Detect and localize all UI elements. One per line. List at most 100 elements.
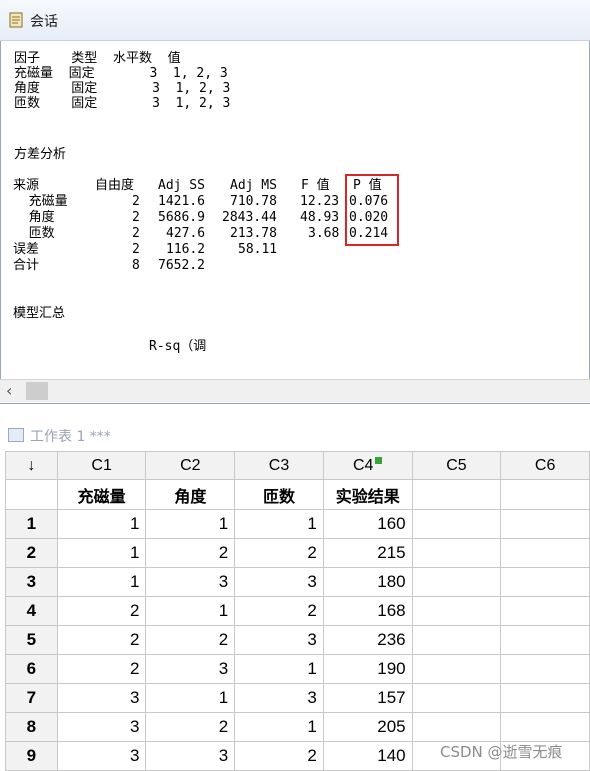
anova-source: 角度 [13, 210, 55, 225]
column-header[interactable]: C3 [234, 451, 324, 480]
table-cell[interactable]: 1 [234, 509, 324, 539]
table-cell[interactable]: 2 [234, 538, 324, 568]
column-name-cell[interactable]: 匝数 [234, 479, 324, 510]
column-header[interactable]: C1 [56, 451, 147, 480]
table-cell[interactable]: 2 [56, 625, 147, 655]
table-cell[interactable]: 3 [234, 625, 324, 655]
table-cell[interactable] [411, 596, 502, 626]
table-cell[interactable]: 3 [145, 654, 236, 684]
table-cell[interactable] [500, 712, 590, 742]
table-cell[interactable]: 3 [234, 683, 324, 713]
p-value-highlight [345, 174, 399, 246]
table-cell[interactable]: 180 [322, 567, 413, 597]
table-cell[interactable]: 3 [145, 567, 236, 597]
table-cell[interactable]: 190 [322, 654, 413, 684]
table-cell[interactable] [500, 683, 590, 713]
anova-f: 12.23 [300, 194, 340, 209]
table-cell[interactable] [411, 538, 502, 568]
anova-ss: 1421.6 [158, 194, 205, 209]
row-number[interactable]: 3 [5, 567, 58, 597]
table-cell[interactable]: 3 [145, 741, 236, 771]
table-cell[interactable]: 3 [56, 712, 147, 742]
anova-source: 合计 [13, 258, 40, 273]
row-number[interactable]: 6 [5, 654, 58, 684]
table-cell[interactable]: 1 [145, 596, 236, 626]
row-number[interactable]: 4 [5, 596, 58, 626]
table-cell[interactable] [500, 596, 590, 626]
table-cell[interactable]: 215 [322, 538, 413, 568]
model-summary-title: 模型汇总 [13, 306, 66, 321]
table-cell[interactable]: 1 [56, 567, 147, 597]
table-cell[interactable] [411, 625, 502, 655]
table-cell[interactable]: 2 [56, 654, 147, 684]
table-cell[interactable] [500, 625, 590, 655]
column-header-label: C4 [353, 456, 374, 474]
table-cell[interactable]: 2 [145, 712, 236, 742]
factor-row: 充磁量 固定 3 1, 2, 3 [14, 66, 228, 81]
row-number[interactable]: 9 [5, 741, 58, 771]
row-number[interactable]: 7 [5, 683, 58, 713]
row-number[interactable]: 2 [5, 538, 58, 568]
table-row: 4 2 1 2 168 [5, 596, 590, 626]
table-cell[interactable]: 2 [145, 538, 236, 568]
row-number[interactable]: 5 [5, 625, 58, 655]
table-cell[interactable] [411, 567, 502, 597]
table-cell[interactable]: 2 [234, 596, 324, 626]
table-cell[interactable]: 1 [234, 654, 324, 684]
table-cell[interactable] [500, 509, 590, 539]
session-output[interactable]: 因子 类型 水平数 值 充磁量 固定 3 1, 2, 3 角度 固定 3 1, … [0, 41, 590, 379]
column-name-cell[interactable] [500, 479, 590, 510]
table-cell[interactable]: 3 [234, 567, 324, 597]
row-number[interactable]: 1 [5, 509, 58, 539]
column-name-cell[interactable] [411, 479, 502, 510]
table-cell[interactable] [411, 509, 502, 539]
column-header[interactable]: C5 [411, 451, 502, 480]
table-cell[interactable] [411, 712, 502, 742]
table-cell[interactable]: 1 [234, 712, 324, 742]
table-cell[interactable]: 236 [322, 625, 413, 655]
table-cell[interactable]: 2 [56, 596, 147, 626]
table-cell[interactable]: 160 [322, 509, 413, 539]
table-cell[interactable] [500, 538, 590, 568]
table-row: 5 2 2 3 236 [5, 625, 590, 655]
session-title: 会话 [30, 14, 58, 30]
table-cell[interactable]: 205 [322, 712, 413, 742]
worksheet-icon [8, 428, 24, 442]
table-cell[interactable]: 2 [145, 625, 236, 655]
scroll-left-icon[interactable]: ‹ [6, 381, 12, 400]
scrollbar-thumb[interactable] [26, 382, 48, 400]
table-cell[interactable]: 3 [56, 741, 147, 771]
table-cell[interactable] [411, 654, 502, 684]
column-header[interactable]: C2 [145, 451, 236, 480]
anova-df: 2 [132, 226, 140, 241]
column-name-cell[interactable]: 实验结果 [322, 479, 413, 510]
anova-ss: 7652.2 [158, 258, 205, 273]
table-cell[interactable]: 1 [56, 538, 147, 568]
column-header[interactable]: C6 [500, 451, 590, 480]
anova-ms: 710.78 [230, 194, 277, 209]
table-cell[interactable]: 1 [145, 683, 236, 713]
table-row: 6 2 3 1 190 [5, 654, 590, 684]
table-cell[interactable] [500, 567, 590, 597]
sort-arrow-icon[interactable]: ↓ [5, 451, 58, 480]
anova-header-cell: Adj SS [158, 178, 205, 193]
table-cell[interactable]: 3 [56, 683, 147, 713]
anova-header-cell: 来源 [13, 178, 40, 193]
table-cell[interactable]: 2 [234, 741, 324, 771]
table-cell[interactable]: 140 [322, 741, 413, 771]
column-name-cell[interactable]: 充磁量 [56, 479, 147, 510]
column-id-row: ↓ C1 C2 C3 C4 C5 C6 [5, 451, 590, 480]
table-cell[interactable] [411, 683, 502, 713]
column-header-c4[interactable]: C4 [322, 451, 413, 480]
column-name-cell[interactable]: 角度 [145, 479, 236, 510]
model-summary-line: R-sq（调 [149, 339, 207, 354]
table-cell[interactable]: 157 [322, 683, 413, 713]
anova-ss: 5686.9 [158, 210, 205, 225]
table-cell[interactable]: 1 [145, 509, 236, 539]
table-cell[interactable]: 168 [322, 596, 413, 626]
table-cell[interactable]: 1 [56, 509, 147, 539]
row-number[interactable]: 8 [5, 712, 58, 742]
horizontal-scrollbar[interactable]: ‹ [0, 379, 590, 402]
anova-header-cell: 自由度 [95, 178, 135, 193]
table-cell[interactable] [500, 654, 590, 684]
